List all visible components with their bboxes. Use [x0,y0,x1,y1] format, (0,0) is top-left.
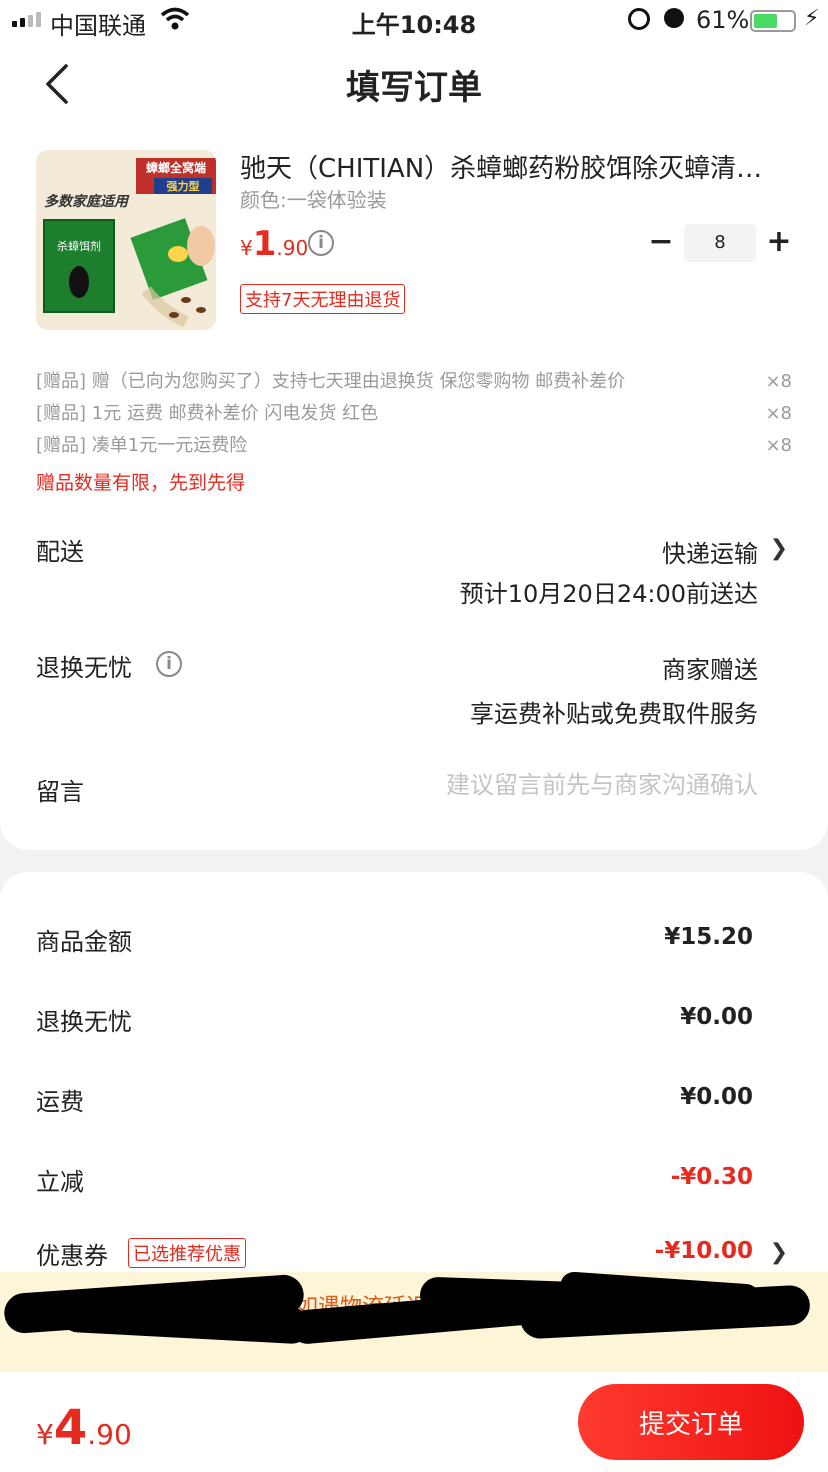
shipping-label: 运费 [36,1088,84,1116]
delivery-estimate: 预计10月20日24:00前送达 [459,580,758,608]
product-title[interactable]: 驰天（CHITIAN）杀蟑螂药粉胶饵除灭蟑清… [240,148,785,185]
alarm-icon [664,8,684,28]
gift-text: [赠品] 1元 运费 邮费补差价 闪电发货 红色 [36,403,379,424]
memo-input[interactable] [358,771,758,799]
checkout-bar: ¥4.90 提交订单 [0,1372,828,1472]
increase-quantity-button[interactable]: + [766,224,792,262]
quantity-value[interactable]: 8 [684,224,756,262]
page-title: 填写订单 [346,68,482,108]
discount-label: 立减 [36,1168,84,1196]
total-currency: ¥ [36,1418,54,1451]
product-image-art: 蟑螂全窝端 强力型 多数家庭适用 杀蟑饵剂 [36,150,216,330]
return-service-detail: 享运费补贴或免费取件服务 [470,700,758,728]
price-summary-card: 商品金额 ¥15.20 退换无忧 ¥0.00 运费 ¥0.00 立减 -¥0.3… [0,872,828,1292]
total-integer: 4 [53,1400,88,1456]
decrease-quantity-button[interactable]: − [648,224,674,262]
product-price: ¥1.90 [240,224,308,264]
discount-value: -¥0.30 [670,1164,753,1190]
return-service-label: 退换无忧 [36,654,132,682]
gift-warning: 赠品数量有限，先到先得 [36,472,246,494]
memo-label: 留言 [36,778,84,806]
return-policy-badge: 支持7天无理由退货 [240,284,406,314]
rotation-lock-icon [628,8,650,30]
goods-amount-value: ¥15.20 [664,924,753,950]
delivery-label: 配送 [36,538,84,566]
product-variant[interactable]: 颜色:一袋体验装 [240,184,387,213]
price-info-icon[interactable]: i [308,230,334,256]
return-service-value: 商家赠送 [662,656,758,684]
notice-banner: 请务必核对收货地址信息，如遇物流延迟请联系商家询问 [0,1272,828,1372]
gift-text: [赠品] 赠（已向为您购买了）支持七天理由退换货 保您零购物 邮费补差价 [36,371,626,392]
coupon-badge: 已选推荐优惠 [128,1238,246,1268]
battery-percent: 61% [696,6,750,34]
price-integer: 1 [252,224,277,264]
image-pack-label: 杀蟑饵剂 [57,239,101,253]
coupon-label: 优惠券 [36,1242,108,1270]
image-banner-sub: 强力型 [167,179,200,193]
gift-qty: ×8 [765,403,792,424]
price-currency: ¥ [240,236,253,260]
total-price: ¥4.90 [36,1400,132,1456]
charging-icon: ⚡ [804,6,820,31]
price-decimal: .90 [276,236,309,260]
total-decimal: .90 [87,1418,132,1451]
chevron-right-icon[interactable]: ❯ [770,536,788,561]
return-fee-label: 退换无忧 [36,1008,132,1036]
gift-text: [赠品] 凑单1元一元运费险 [36,435,248,456]
return-info-icon[interactable]: i [156,651,182,677]
battery-icon [750,10,796,32]
coupon-value[interactable]: -¥10.00 [655,1238,753,1264]
gift-item: [赠品] 赠（已向为您购买了）支持七天理由退换货 保您零购物 邮费补差价 ×8 [36,368,792,396]
chevron-right-icon[interactable]: ❯ [770,1240,788,1265]
return-fee-value: ¥0.00 [680,1004,753,1030]
gift-item: [赠品] 凑单1元一元运费险 ×8 [36,432,792,460]
navigation-bar: 填写订单 [0,40,828,126]
submit-order-button[interactable]: 提交订单 [578,1384,804,1460]
delivery-method[interactable]: 快递运输 [662,534,758,569]
quantity-stepper: − 8 + [648,224,798,262]
gift-qty: ×8 [765,435,792,456]
goods-amount-label: 商品金额 [36,928,132,956]
gift-item: [赠品] 1元 运费 邮费补差价 闪电发货 红色 ×8 [36,400,792,428]
status-bar: 中国联通 上午10:48 61% ⚡ [0,0,828,40]
order-item-card: 蟑螂全窝端 强力型 多数家庭适用 杀蟑饵剂 驰天（CHITIAN）杀蟑螂药粉胶饵… [0,126,828,850]
shipping-value: ¥0.00 [680,1084,753,1110]
image-slogan: 多数家庭适用 [44,193,130,210]
image-banner-text: 蟑螂全窝端 [146,160,206,175]
product-image[interactable]: 蟑螂全窝端 强力型 多数家庭适用 杀蟑饵剂 [36,150,216,330]
gift-qty: ×8 [765,371,792,392]
